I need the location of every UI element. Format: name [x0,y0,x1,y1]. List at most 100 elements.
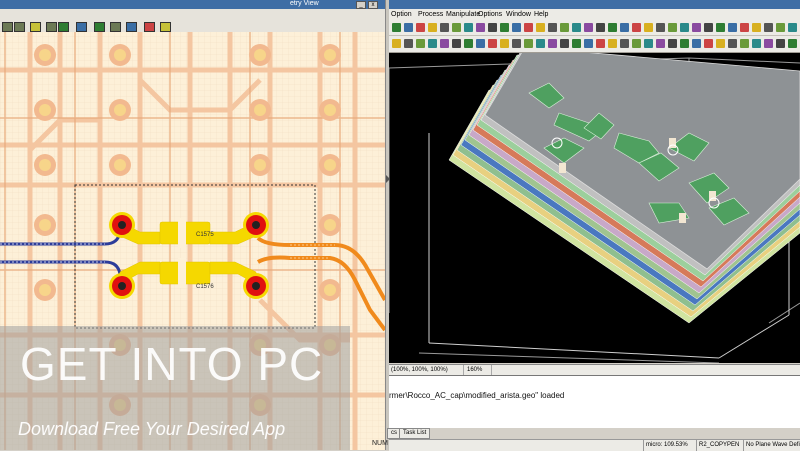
toolbar-button-icon[interactable] [668,23,677,32]
toolbar-button-icon[interactable] [428,23,437,32]
geometry-3d-window: Option Process Manipulate Options Window… [387,0,800,451]
toolbar-button-icon[interactable] [704,23,713,32]
toolbar-button-icon[interactable] [548,23,557,32]
toolbar-button[interactable] [144,22,155,32]
watermark-title: GET INTO PC [20,338,324,390]
toolbar-button-icon[interactable] [788,39,797,48]
toolbar-button[interactable] [58,22,69,32]
toolbar-button-icon[interactable] [452,39,461,48]
toolbar-button-icon[interactable] [512,23,521,32]
toolbar-button-icon[interactable] [788,23,797,32]
toolbar-button[interactable] [2,22,13,32]
toolbar-button-icon[interactable] [560,23,569,32]
toolbar-button-icon[interactable] [440,39,449,48]
toolbar-button[interactable] [46,22,57,32]
toolbar-button-icon[interactable] [476,39,485,48]
console-message: rmer\Rocco_AC_cap\modified_arista.geo" l… [389,391,565,400]
3d-viewport[interactable] [389,53,800,363]
toolbar-button-icon[interactable] [404,23,413,32]
toolbar-button-icon[interactable] [632,39,641,48]
toolbar-button-icon[interactable] [452,23,461,32]
toolbar-button-icon[interactable] [608,39,617,48]
view-scale-status: (100%, 100%, 100%) [389,365,464,375]
toolbar-button-icon[interactable] [536,39,545,48]
toolbar-button[interactable] [160,22,171,32]
toolbar-button-icon[interactable] [584,23,593,32]
view-status-row: (100%, 100%, 100%) 160% [389,364,800,375]
toolbar-button-icon[interactable] [692,39,701,48]
toolbar-button-icon[interactable] [764,39,773,48]
toolbar-button-icon[interactable] [728,39,737,48]
menu-help[interactable]: Help [534,11,548,18]
toolbar-button-icon[interactable] [596,23,605,32]
toolbar-button-icon[interactable] [596,39,605,48]
toolbar-button-icon[interactable] [752,23,761,32]
toolbar-button[interactable] [30,22,41,32]
toolbar-button-icon[interactable] [440,23,449,32]
toolbar-button-icon[interactable] [572,23,581,32]
status-micro: micro: 109.53% [643,440,696,451]
toolbar-button-icon[interactable] [404,39,413,48]
toolbar-button-icon[interactable] [740,23,749,32]
toolbar-button-icon[interactable] [476,23,485,32]
3d-board-render[interactable] [389,53,800,363]
toolbar-button-icon[interactable] [512,39,521,48]
toolbar-button-icon[interactable] [464,39,473,48]
toolbar-row-1 [389,21,800,36]
toolbar-button-icon[interactable] [776,39,785,48]
window-minimize-icon[interactable]: _ [356,1,366,9]
toolbar-button-icon[interactable] [572,39,581,48]
toolbar-button-icon[interactable] [776,23,785,32]
toolbar-button-icon[interactable] [488,23,497,32]
toolbar-button-icon[interactable] [620,23,629,32]
toolbar-button-icon[interactable] [716,23,725,32]
toolbar-button[interactable] [126,22,137,32]
toolbar-button-icon[interactable] [416,39,425,48]
status-pen: R2_COPYPEN [696,440,743,451]
toolbar-button-icon[interactable] [428,39,437,48]
menu-options[interactable]: Options [478,11,502,18]
toolbar-button-icon[interactable] [716,39,725,48]
toolbar-button-icon[interactable] [704,39,713,48]
toolbar-button-icon[interactable] [488,39,497,48]
toolbar-button-icon[interactable] [560,39,569,48]
toolbar-button-icon[interactable] [392,23,401,32]
menu-manipulate[interactable]: Manipulate [446,11,480,18]
toolbar-button-icon[interactable] [608,23,617,32]
toolbar-button-icon[interactable] [500,39,509,48]
toolbar-button-icon[interactable] [620,39,629,48]
toolbar-button-icon[interactable] [764,23,773,32]
menu-window[interactable]: Window [506,11,531,18]
message-console[interactable]: rmer\Rocco_AC_cap\modified_arista.geo" l… [389,375,800,429]
toolbar-button[interactable] [14,22,25,32]
num-lock-indicator: NUM [372,440,388,447]
toolbar-button-icon[interactable] [500,23,509,32]
toolbar-button-icon[interactable] [632,23,641,32]
toolbar-button-icon[interactable] [524,23,533,32]
toolbar-button[interactable] [94,22,105,32]
toolbar-button-icon[interactable] [416,23,425,32]
toolbar-button-icon[interactable] [656,23,665,32]
toolbar-button-icon[interactable] [548,39,557,48]
tab-task-list[interactable]: Task List [399,428,431,439]
toolbar-button-icon[interactable] [680,23,689,32]
toolbar-button-icon[interactable] [692,23,701,32]
toolbar-button-icon[interactable] [584,39,593,48]
toolbar-button-icon[interactable] [656,39,665,48]
toolbar-button-icon[interactable] [536,23,545,32]
toolbar-button-icon[interactable] [728,23,737,32]
toolbar-button-icon[interactable] [668,39,677,48]
toolbar-button-icon[interactable] [644,23,653,32]
toolbar-button-icon[interactable] [392,39,401,48]
toolbar-button-icon[interactable] [752,39,761,48]
toolbar-button[interactable] [76,22,87,32]
toolbar-button-icon[interactable] [644,39,653,48]
toolbar-button-icon[interactable] [680,39,689,48]
menu-process[interactable]: Process [418,11,443,18]
menu-option[interactable]: Option [391,11,412,18]
toolbar-button-icon[interactable] [524,39,533,48]
toolbar-button[interactable] [110,22,121,32]
toolbar-button-icon[interactable] [740,39,749,48]
toolbar-button-icon[interactable] [464,23,473,32]
window-close-icon[interactable]: x [368,1,378,9]
